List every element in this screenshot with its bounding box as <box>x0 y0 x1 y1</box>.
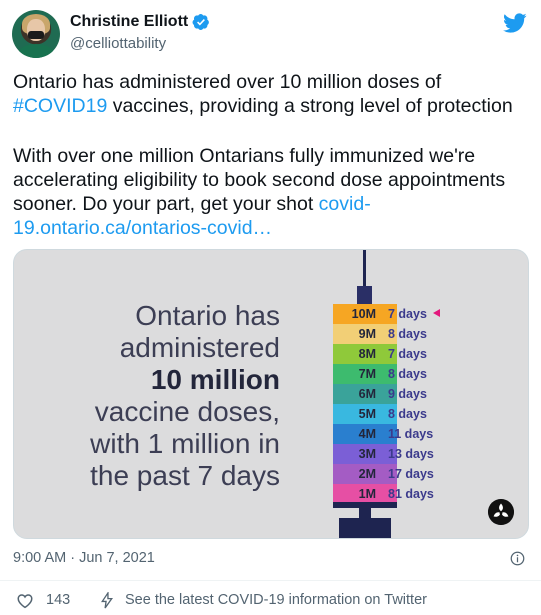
media-headline-bold: 10 million <box>150 364 280 395</box>
syringe-days-label: 13 days <box>388 447 434 461</box>
syringe-dose-label: 8M <box>358 347 376 361</box>
syringe-days-label: 8 days <box>388 327 427 341</box>
syringe-days-label: 11 days <box>388 427 434 441</box>
syringe-collar <box>333 502 397 508</box>
tweet-timestamp[interactable]: 9:00 AM · Jun 7, 2021 <box>13 550 155 566</box>
hashtag-link[interactable]: #COVID19 <box>13 95 107 117</box>
media-headline: Ontario has administered 10 million vacc… <box>90 300 280 492</box>
syringe-needle-hub <box>357 286 372 304</box>
syringe-plunger-handle <box>339 518 391 538</box>
author-display-name[interactable]: Christine Elliott <box>70 13 188 31</box>
tweet-line-2: vaccines, providing a strong level of pr… <box>107 95 513 117</box>
tweet-card: Christine Elliott @celliottability Ontar… <box>0 0 541 615</box>
verified-badge-icon <box>192 13 210 31</box>
syringe-days-label: 7 days <box>388 307 427 321</box>
syringe-days-label: 9 days <box>388 387 427 401</box>
syringe-dose-label: 6M <box>358 387 376 401</box>
syringe-dose-label: 10M <box>351 307 376 321</box>
media-headline-line: vaccine doses, <box>94 396 280 427</box>
footer-divider <box>0 580 541 581</box>
tweet-media-image[interactable]: Ontario has administered 10 million vacc… <box>13 249 529 539</box>
media-headline-line: Ontario has <box>135 300 280 331</box>
tweet-paragraph-1: Ontario has administered over 10 million… <box>13 70 528 118</box>
lightning-bolt-icon <box>101 592 113 609</box>
twitter-bird-icon[interactable] <box>503 11 527 35</box>
syringe-dose-label: 2M <box>358 467 376 481</box>
covid-info-link[interactable]: See the latest COVID-19 information on T… <box>125 592 427 608</box>
pointer-arrow-icon <box>433 309 440 317</box>
syringe-dose-label: 5M <box>358 407 376 421</box>
syringe-days-label: 8 days <box>388 367 427 381</box>
author-handle[interactable]: @celliottability <box>70 35 166 52</box>
ontario-trillium-logo-icon <box>488 499 514 525</box>
syringe-dose-label: 4M <box>358 427 376 441</box>
media-headline-line: administered <box>119 332 280 363</box>
syringe-days-label: 81 days <box>388 487 434 501</box>
syringe-days-label: 7 days <box>388 347 427 361</box>
like-count[interactable]: 143 <box>46 592 70 608</box>
syringe-dose-label: 1M <box>358 487 376 501</box>
info-icon[interactable] <box>510 551 525 566</box>
syringe-dose-label: 7M <box>358 367 376 381</box>
media-headline-line: the past 7 days <box>90 460 280 491</box>
tweet-line-1: Ontario has administered over 10 million… <box>13 71 442 93</box>
tweet-paragraph-2: With over one million Ontarians fully im… <box>13 144 528 240</box>
syringe-dose-label: 3M <box>358 447 376 461</box>
avatar-mask <box>28 31 44 39</box>
heart-icon[interactable] <box>16 592 34 610</box>
avatar-shirt <box>18 44 54 58</box>
syringe-days-label: 17 days <box>388 467 434 481</box>
author-name-row[interactable]: Christine Elliott <box>70 13 210 31</box>
media-headline-line: with 1 million in <box>90 428 280 459</box>
syringe-days-label: 8 days <box>388 407 427 421</box>
tweet-paragraph-2-text: With over one million Ontarians fully im… <box>13 145 506 215</box>
syringe-dose-label: 9M <box>358 327 376 341</box>
tweet-text: Ontario has administered over 10 million… <box>13 70 528 240</box>
author-avatar[interactable] <box>12 10 60 58</box>
